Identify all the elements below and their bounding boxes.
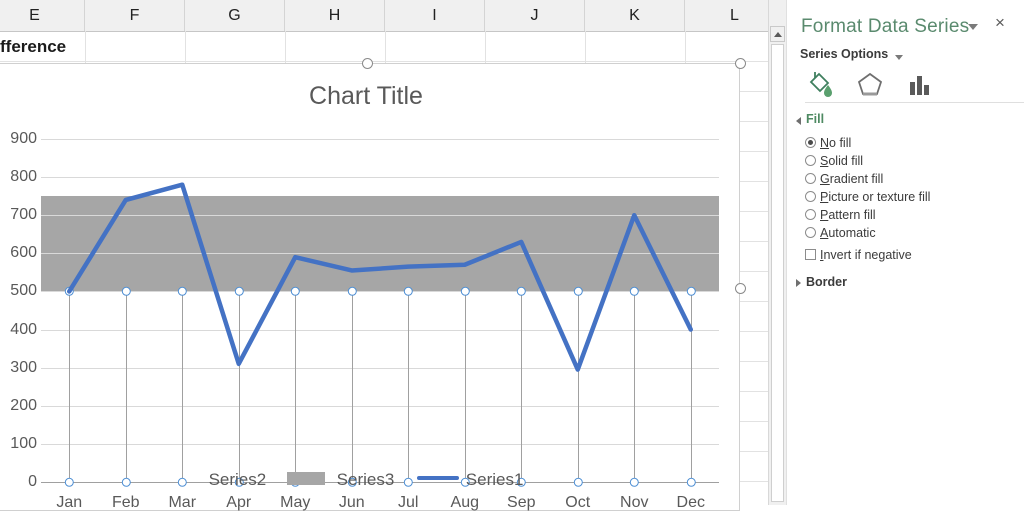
invert-if-negative-checkbox[interactable] [805, 249, 816, 260]
x-axis-tick-label: Apr [226, 494, 252, 511]
fill-radio-gradient-fill[interactable] [805, 173, 816, 184]
grid-row-line [0, 61, 786, 62]
y-axis-tick-label: 200 [10, 396, 37, 414]
chart-handle-right[interactable] [735, 283, 746, 294]
x-axis-tick-label: May [280, 494, 311, 511]
cell-text-difference[interactable]: fference [0, 33, 84, 61]
border-section-expand-icon[interactable] [796, 279, 801, 287]
y-axis-tick-label: 900 [10, 130, 37, 147]
column-header-I[interactable]: I [385, 0, 485, 31]
pane-icon-tabs[interactable] [787, 68, 1024, 102]
x-axis-tick-label: Aug [450, 494, 479, 511]
fill-radio-automatic[interactable] [805, 227, 816, 238]
legend-swatch-series3 [286, 472, 325, 486]
column-header-J[interactable]: J [485, 0, 585, 31]
x-axis-tick-label: Jul [398, 494, 419, 511]
column-header-E[interactable]: E [0, 0, 85, 31]
x-axis-tick-label: Mar [168, 494, 197, 511]
fill-option-label[interactable]: No fill [820, 136, 851, 150]
chart-handle-top[interactable] [362, 58, 373, 69]
column-header-row: EFGHIJKL [0, 0, 786, 32]
pane-title: Format Data Series [801, 16, 970, 37]
fill-radio-picture-or-texture-fill[interactable] [805, 191, 816, 202]
y-axis-tick-label: 500 [10, 282, 37, 300]
scroll-up-arrow-icon[interactable] [770, 26, 785, 42]
fill-option-label[interactable]: Gradient fill [820, 172, 883, 186]
chart-title[interactable]: Chart Title [0, 82, 739, 111]
fill-radio-no-fill[interactable] [805, 137, 816, 148]
x-axis-tick-label: Feb [111, 494, 140, 511]
legend-item-series2[interactable]: Series2 [209, 470, 267, 490]
column-header-F[interactable]: F [85, 0, 185, 31]
y-axis-tick-label: 100 [10, 434, 37, 452]
invert-if-negative-label[interactable]: Invert if negative [820, 248, 912, 262]
y-axis-tick-label: 600 [10, 244, 37, 262]
column-header-H[interactable]: H [285, 0, 385, 31]
legend-item-series3[interactable]: Series3 [337, 470, 395, 490]
column-header-G[interactable]: G [185, 0, 285, 31]
fill-option-label[interactable]: Picture or texture fill [820, 190, 930, 204]
legend-item-series1[interactable]: Series1 [466, 470, 524, 490]
fill-and-line-icon[interactable] [805, 68, 835, 105]
x-axis-tick-label: Sep [507, 494, 536, 511]
fill-section-heading[interactable]: Fill [806, 112, 824, 126]
fill-option-label[interactable]: Solid fill [820, 154, 863, 168]
series-options-label[interactable]: Series Options [800, 47, 888, 61]
scrollbar-thumb[interactable] [771, 44, 784, 502]
pane-tab-divider [805, 102, 1024, 103]
x-axis-tick-label: Oct [565, 494, 591, 511]
series1-line[interactable] [41, 139, 719, 482]
y-axis-tick-label: 300 [10, 358, 37, 376]
y-axis-tick-label: 400 [10, 320, 37, 338]
y-axis-tick-label: 700 [10, 206, 37, 224]
fill-radio-solid-fill[interactable] [805, 155, 816, 166]
chart-handle-top-right[interactable] [735, 58, 746, 69]
y-axis-tick-label: 800 [10, 168, 37, 186]
x-axis-tick-label: Dec [676, 494, 705, 511]
x-axis-tick-label: Jan [56, 494, 83, 511]
vertical-scrollbar[interactable] [768, 0, 787, 505]
fill-radio-pattern-fill[interactable] [805, 209, 816, 220]
x-axis-tick-label: Nov [620, 494, 649, 511]
column-header-K[interactable]: K [585, 0, 685, 31]
chart-legend[interactable]: Series2 Series3 Series1 [0, 469, 739, 490]
x-axis-tick-label: Jun [338, 494, 365, 511]
fill-option-label[interactable]: Automatic [820, 226, 876, 240]
fill-section-expand-icon[interactable] [796, 117, 801, 125]
format-data-series-pane: Format Data Series × Series Options No f… [786, 0, 1024, 505]
legend-swatch-series1 [417, 475, 460, 480]
fill-option-label[interactable]: Pattern fill [820, 208, 876, 222]
plot-area[interactable]: 0 100 200 300 400 500 600 700 800 900 Jan Feb Mar Apr… [10, 130, 719, 511]
effects-icon[interactable] [855, 68, 885, 105]
pane-menu-chevron-down-icon[interactable] [968, 24, 978, 30]
border-section-heading[interactable]: Border [806, 275, 847, 289]
series-options-icon[interactable] [905, 68, 935, 105]
pane-close-icon[interactable]: × [995, 14, 1005, 32]
series-options-chevron-down-icon[interactable] [895, 55, 903, 60]
chart-object[interactable]: Chart Title 0 100 200 300 400 500 600 700 800 900… [0, 63, 740, 511]
